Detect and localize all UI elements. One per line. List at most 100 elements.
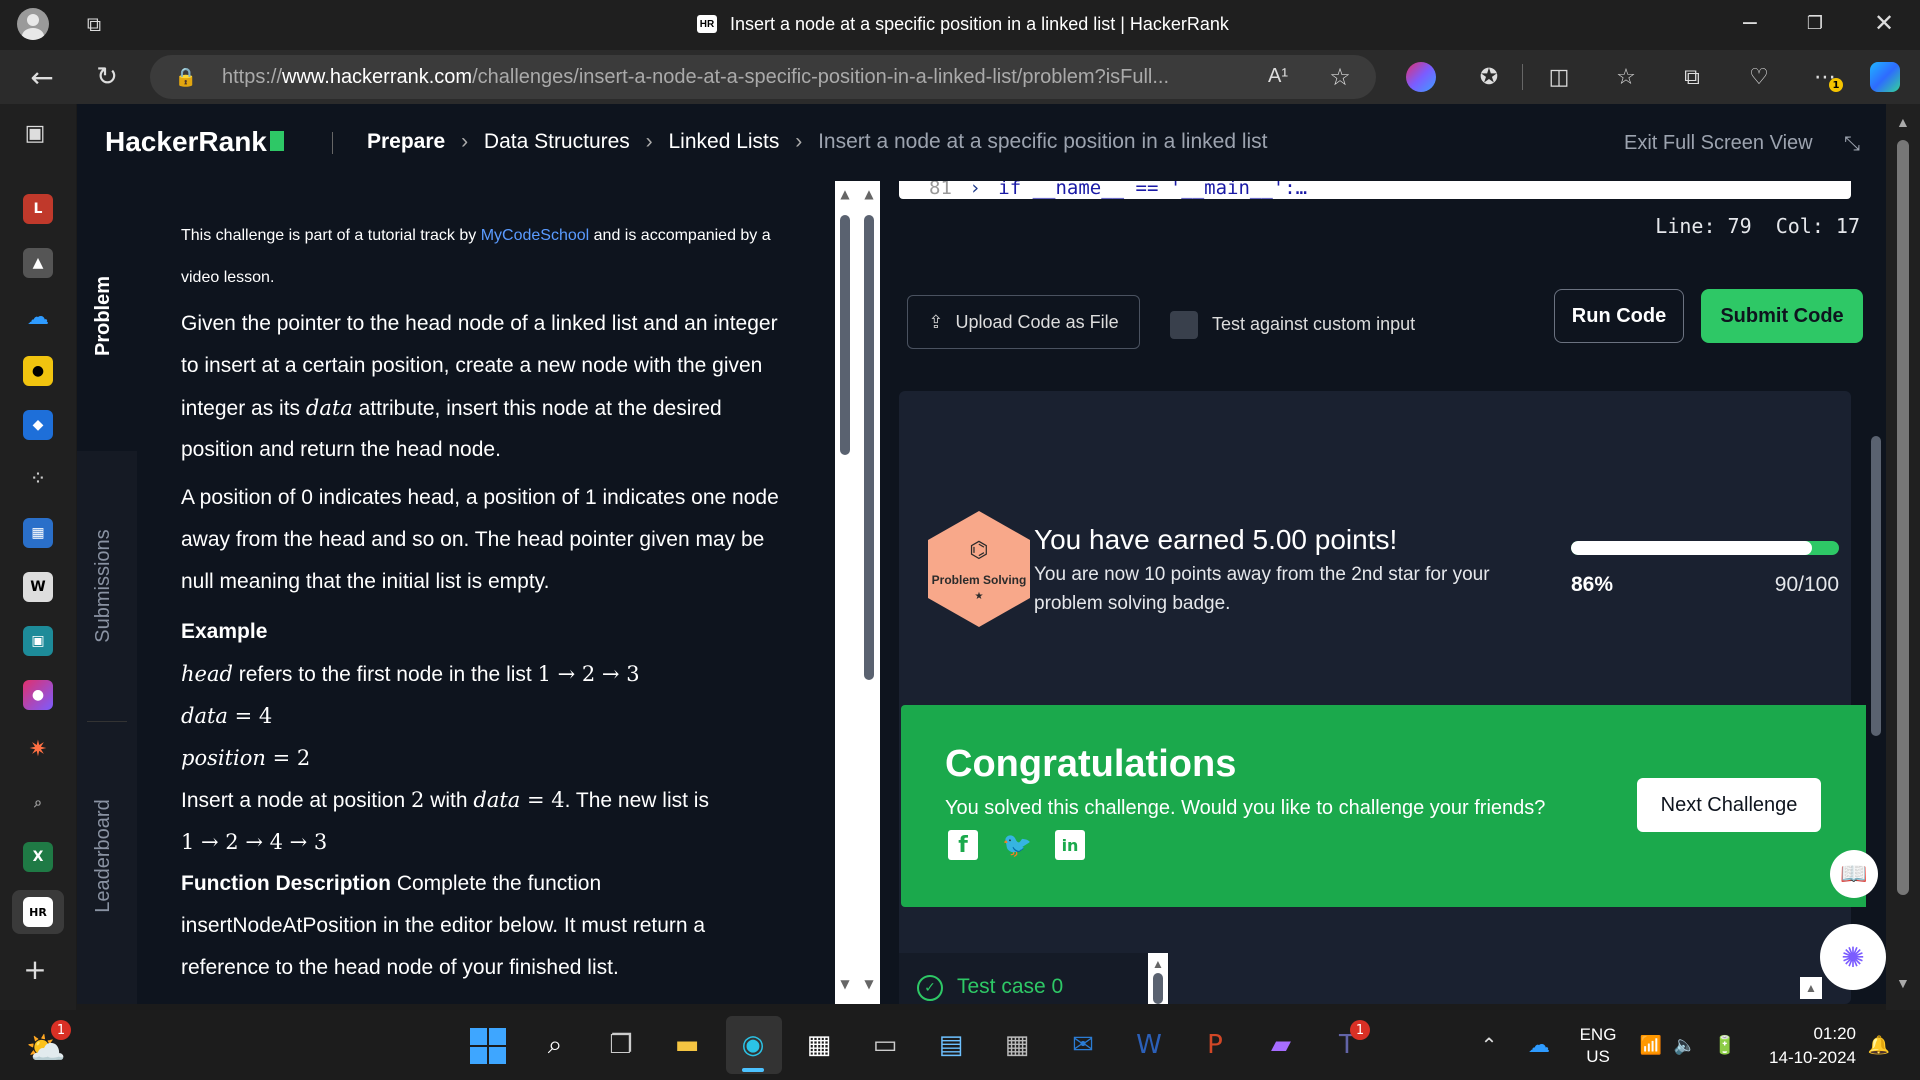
custom-input-label[interactable]: Test against custom input <box>1212 314 1415 335</box>
clipchamp-icon[interactable]: ▰ <box>1256 1020 1306 1070</box>
split-screen-icon[interactable]: ◫ <box>1544 62 1574 92</box>
ex-insert-data: data <box>473 788 521 812</box>
breadcrumb-linked-lists[interactable]: Linked Lists <box>669 130 780 153</box>
clock[interactable]: 01:20 14-10-2024 <box>1756 1022 1856 1070</box>
tab-problem[interactable]: Problem <box>92 261 122 371</box>
next-challenge-button[interactable]: Next Challenge <box>1637 778 1821 832</box>
problem-scroll-thumb[interactable] <box>840 215 850 455</box>
sidebar-app-blue-icon[interactable]: ◆ <box>23 410 53 440</box>
testcase-scroll-thumb[interactable] <box>1153 973 1163 1004</box>
twitter-icon[interactable]: 🐦 <box>1002 830 1032 860</box>
workspaces-icon[interactable]: ⧉ <box>80 10 108 38</box>
copilot-floating-icon[interactable]: ✺ <box>1820 924 1886 990</box>
start-button[interactable] <box>470 1028 506 1064</box>
problem-scroll-thumb-2[interactable] <box>864 215 874 680</box>
tab-leaderboard[interactable]: Leaderboard <box>92 781 122 931</box>
task-view-icon[interactable]: ❐ <box>596 1020 646 1070</box>
problem-side-tabs: Problem Submissions Leaderboard <box>77 181 137 1004</box>
scroll-up-icon[interactable]: ▲ <box>836 186 854 202</box>
sidebar-app-star-icon[interactable]: ✷ <box>23 734 53 764</box>
word-icon[interactable]: W <box>1124 1020 1174 1070</box>
mycodeschool-link[interactable]: MyCodeSchool <box>481 227 590 244</box>
collections-icon[interactable]: ⧉ <box>1677 62 1707 92</box>
page-scroll-up-icon[interactable]: ▲ <box>1896 114 1910 130</box>
custom-input-checkbox[interactable] <box>1170 311 1198 339</box>
sidebar-app-dots-icon[interactable]: ⁘ <box>23 464 53 494</box>
page-scroll-thumb[interactable] <box>1897 140 1909 895</box>
ex-insert-eq: = 4 <box>520 788 565 812</box>
sidebar-app-l-icon[interactable]: L <box>23 194 53 224</box>
copilot-icon[interactable] <box>1870 62 1900 92</box>
sidebar-search-icon[interactable]: ⌕ <box>23 788 53 818</box>
show-hidden-icons[interactable]: ⌃ <box>1476 1032 1502 1058</box>
sidebar-app-teal-icon[interactable]: ▣ <box>23 626 53 656</box>
facebook-icon[interactable]: f <box>948 830 978 860</box>
testcase-scroll-up-icon[interactable]: ▲ <box>1152 957 1164 971</box>
back-icon[interactable]: ← <box>25 60 59 94</box>
code-editor[interactable]: 81 › if __name__ == '__main__':… <box>899 181 1851 199</box>
profile-avatar[interactable] <box>17 8 49 40</box>
close-button[interactable]: ✕ <box>1869 8 1899 38</box>
results-scroll-up-icon[interactable]: ▲ <box>1800 977 1822 999</box>
sidebar-add-icon[interactable]: + <box>20 953 50 986</box>
language-indicator[interactable]: ENG US <box>1576 1024 1620 1068</box>
url-bar[interactable]: 🔒 https://www.hackerrank.com/challenges/… <box>150 55 1376 99</box>
scroll-down-icon[interactable]: ▼ <box>860 976 878 992</box>
reading-view-icon[interactable]: 📖 <box>1830 850 1878 898</box>
notifications-icon[interactable]: 🔔 <box>1866 1032 1892 1058</box>
sidebar-app-yellow-icon[interactable]: ● <box>23 356 53 386</box>
results-scroll-thumb[interactable] <box>1871 436 1881 736</box>
exit-fullscreen-link[interactable]: Exit Full Screen View <box>1624 132 1813 155</box>
edge-icon[interactable]: ◉ <box>728 1020 778 1070</box>
read-aloud-icon[interactable]: A¹ <box>1268 65 1288 88</box>
volume-icon[interactable]: 🔈 <box>1672 1032 1698 1058</box>
tab-actions-icon[interactable]: ▣ <box>20 118 50 148</box>
terminal-icon[interactable]: ▭ <box>860 1020 910 1070</box>
refresh-icon[interactable]: ↻ <box>90 60 124 94</box>
url-path: /challenges/insert-a-node-at-a-specific-… <box>472 66 1170 88</box>
extensions-icon[interactable]: ✪ <box>1474 62 1504 92</box>
powerpoint-icon[interactable]: P <box>1190 1020 1240 1070</box>
scroll-up-icon[interactable]: ▲ <box>860 186 878 202</box>
sidebar-wikipedia-icon[interactable]: W <box>23 572 53 602</box>
page-scroll-down-icon[interactable]: ▼ <box>1896 975 1910 991</box>
notepad-icon[interactable]: ▤ <box>926 1020 976 1070</box>
copilot-brain-icon[interactable] <box>1406 62 1436 92</box>
favorite-star-icon[interactable]: ☆ <box>1326 63 1354 91</box>
upload-code-button[interactable]: ⇪ Upload Code as File <box>907 295 1140 349</box>
calculator-icon[interactable]: ▦ <box>992 1020 1042 1070</box>
clock-time: 01:20 <box>1813 1024 1856 1043</box>
url-text[interactable]: https://www.hackerrank.com/challenges/in… <box>222 66 1169 89</box>
outlook-icon[interactable]: ✉ <box>1058 1020 1108 1070</box>
sidebar-copilot-icon[interactable]: ● <box>23 680 53 710</box>
breadcrumb: Prepare › Data Structures › Linked Lists… <box>367 130 1268 154</box>
scroll-down-icon[interactable]: ▼ <box>836 976 854 992</box>
favorites-icon[interactable]: ☆ <box>1611 62 1641 92</box>
submit-code-button[interactable]: Submit Code <box>1701 289 1863 343</box>
wifi-icon[interactable]: 📶 <box>1638 1032 1664 1058</box>
linkedin-icon[interactable]: in <box>1055 830 1085 860</box>
sidebar-onedrive-icon[interactable]: ☁ <box>23 302 53 332</box>
taskbar-search-icon[interactable]: ⌕ <box>530 1020 580 1070</box>
hackerrank-logo[interactable]: HackerRank <box>105 126 284 158</box>
breadcrumb-data-structures[interactable]: Data Structures <box>484 130 630 153</box>
sidebar-app-triangle-icon[interactable]: ▲ <box>23 248 53 278</box>
restore-button[interactable]: ❐ <box>1800 8 1830 38</box>
collapse-icon[interactable]: ⤡ <box>1837 128 1867 158</box>
tab-submissions[interactable]: Submissions <box>92 511 122 661</box>
browser-essentials-icon[interactable]: ♡ <box>1744 62 1774 92</box>
sidebar-hackerrank-icon: HR <box>23 897 53 927</box>
run-code-button[interactable]: Run Code <box>1554 289 1684 343</box>
minimize-button[interactable]: − <box>1735 8 1765 38</box>
tab-title[interactable]: Insert a node at a specific position in … <box>730 14 1229 35</box>
sidebar-excel-icon[interactable]: X <box>23 842 53 872</box>
sidebar-app-image-icon[interactable]: ▦ <box>23 518 53 548</box>
sidebar-hackerrank-active[interactable]: HR <box>12 890 64 934</box>
test-case-tab[interactable]: ✓ Test case 0 <box>899 953 1169 1004</box>
file-explorer-icon[interactable]: ▬ <box>662 1020 712 1070</box>
url-domain: www.hackerrank.com <box>282 66 473 88</box>
store-icon[interactable]: ▦ <box>794 1020 844 1070</box>
breadcrumb-prepare[interactable]: Prepare <box>367 130 445 153</box>
battery-icon[interactable]: 🔋 <box>1710 1032 1740 1058</box>
tray-onedrive-icon[interactable]: ☁ <box>1524 1032 1554 1058</box>
